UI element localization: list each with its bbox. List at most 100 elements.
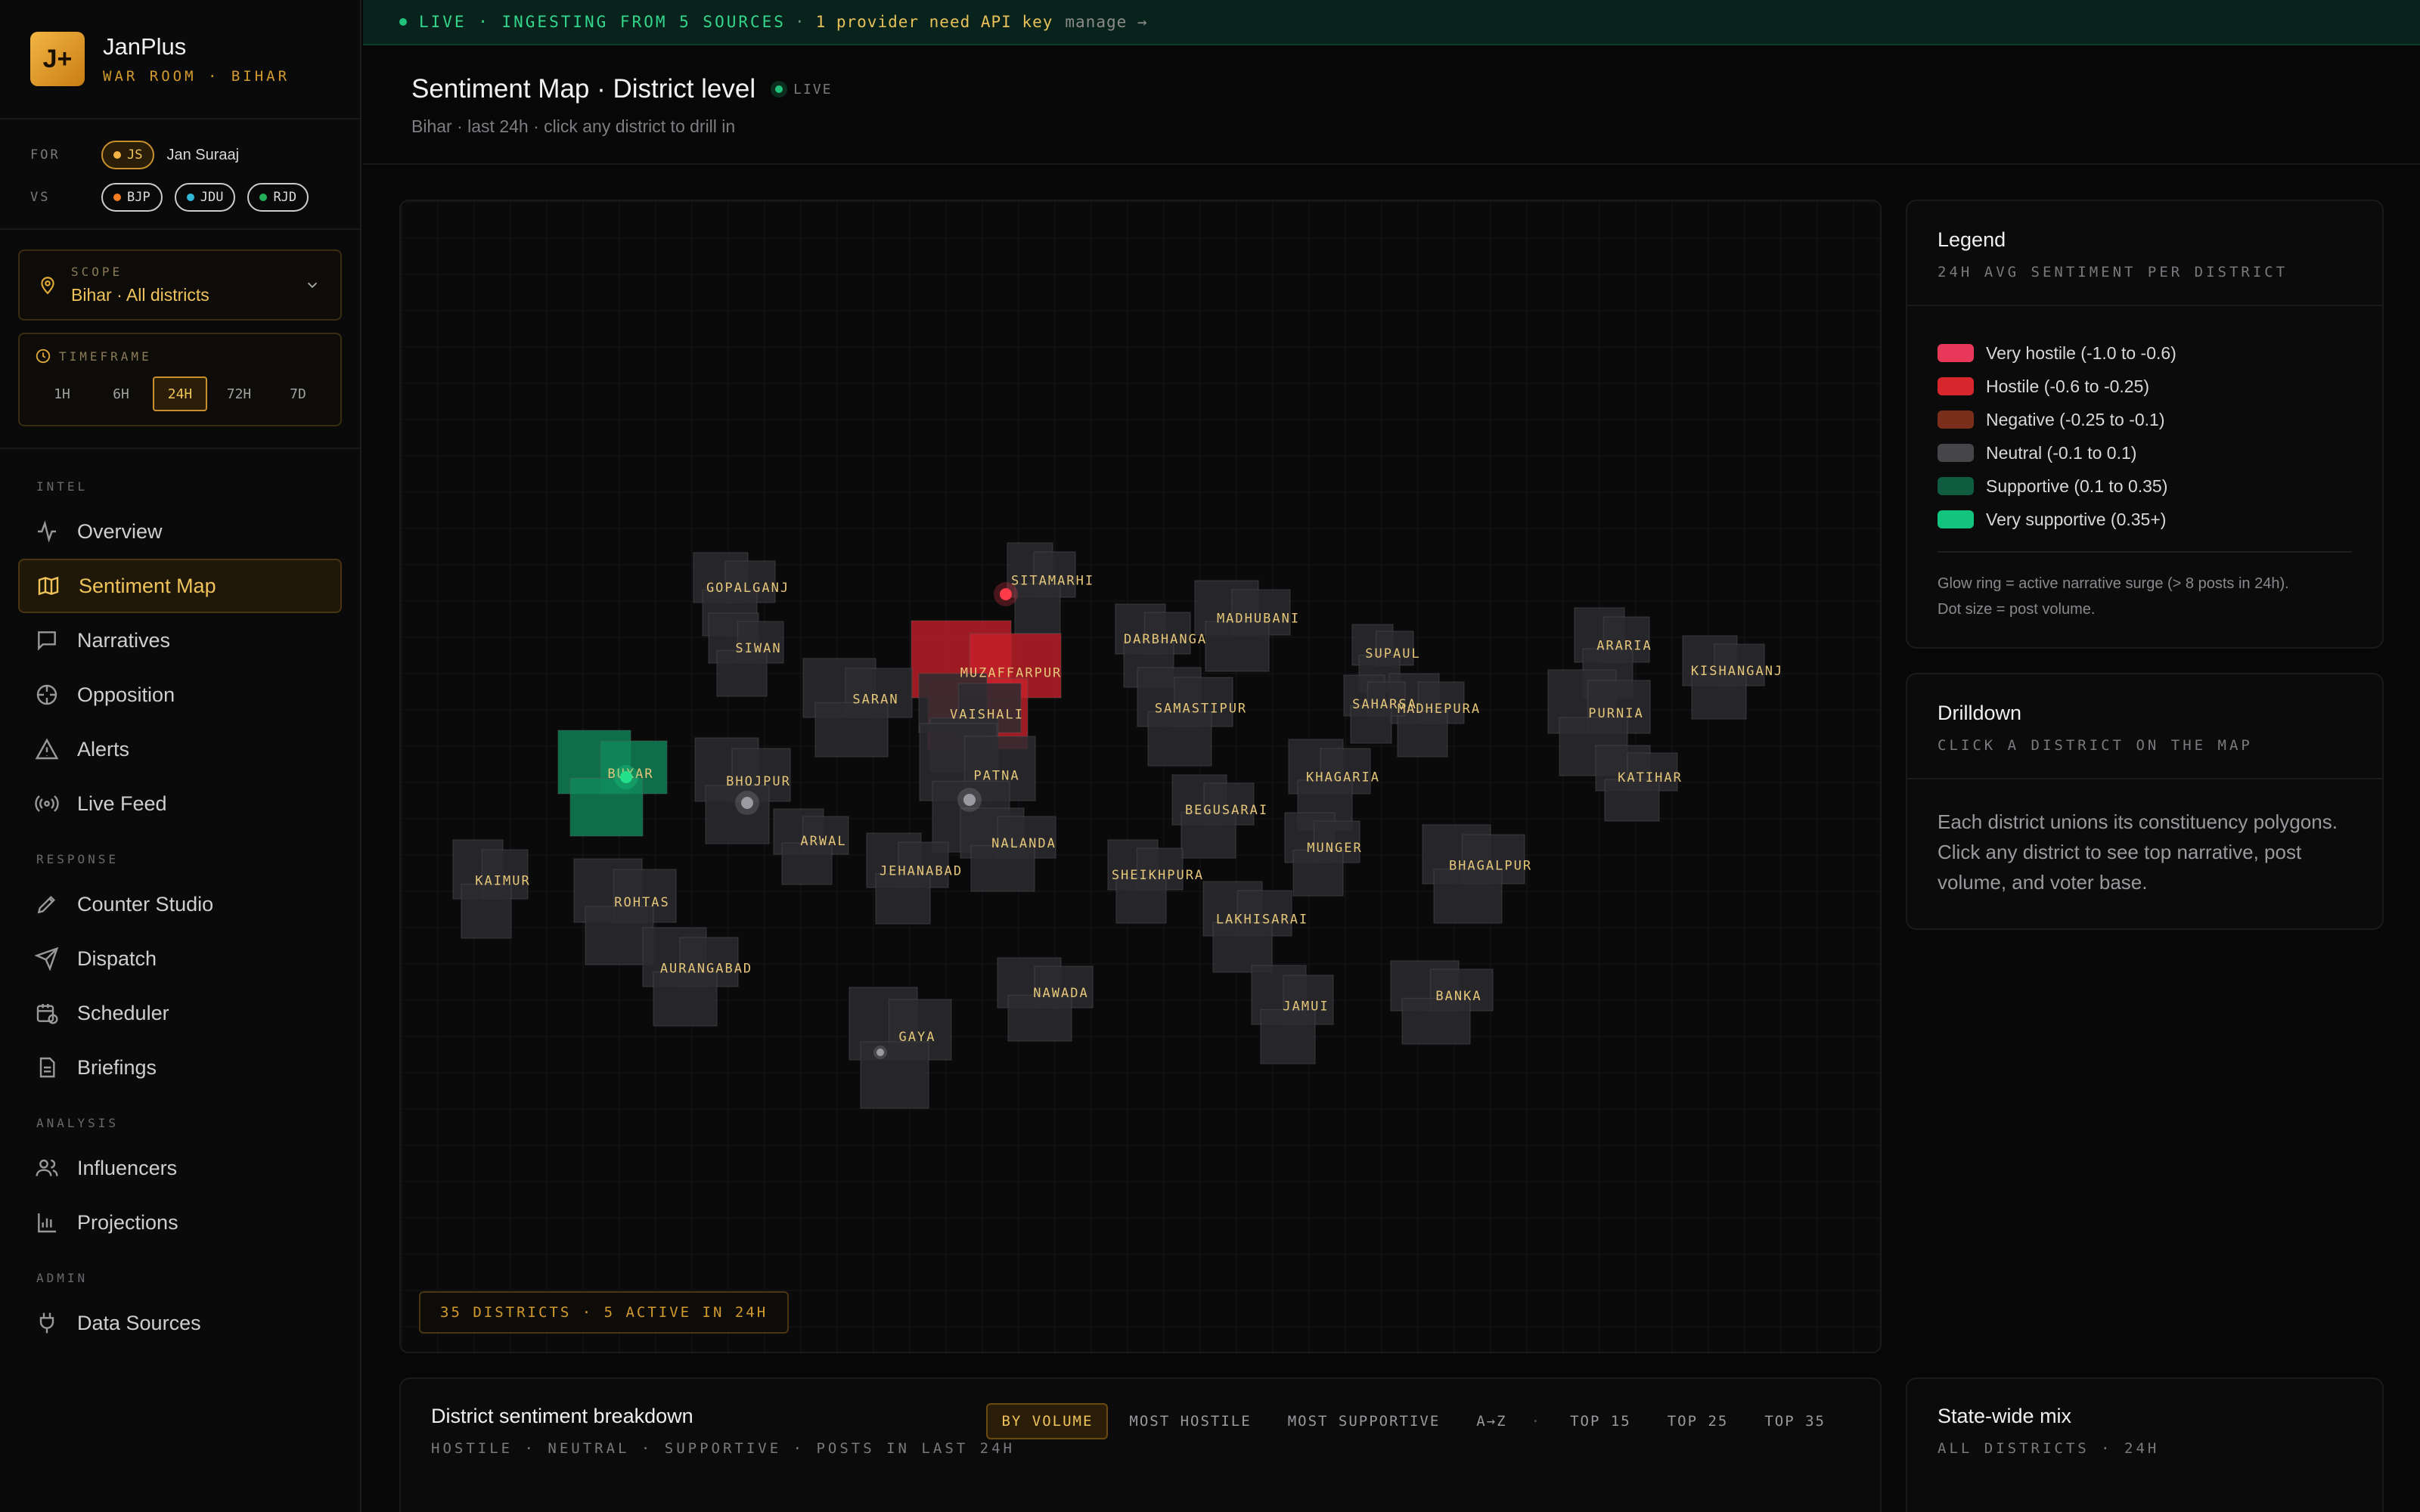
district-kaimur[interactable] [452, 839, 529, 939]
rival-chip-bjp[interactable]: BJP [101, 183, 163, 212]
district-gaya[interactable] [849, 987, 952, 1109]
timeframe-72h[interactable]: 72H [212, 376, 266, 411]
statewide-title: State-wide mix [1938, 1405, 2072, 1427]
district-shape [1205, 621, 1270, 672]
district-shape [461, 883, 512, 939]
legend-swatch [1938, 477, 1974, 495]
nav-item-briefings[interactable]: Briefings [18, 1040, 342, 1095]
own-party-chip[interactable]: JS [101, 141, 155, 169]
crosshair-icon [36, 684, 57, 705]
activity-dot[interactable] [963, 794, 976, 806]
nav-item-narratives[interactable]: Narratives [18, 613, 342, 668]
ingest-banner: LIVE · INGESTING FROM 5 SOURCES · 1 prov… [363, 0, 2420, 45]
nav-item-sentiment-map[interactable]: Sentiment Map [18, 559, 342, 613]
district-label: KAIMUR [475, 873, 530, 888]
main-nav: INTEL Overview Sentiment Map Narratives … [0, 448, 360, 1350]
legend-item: Very hostile (-1.0 to -0.6) [1938, 336, 2352, 370]
nav-item-influencers[interactable]: Influencers [18, 1141, 342, 1195]
nav-item-projections[interactable]: Projections [18, 1195, 342, 1250]
timeframe-label: TIMEFRAME [59, 349, 152, 364]
district-label: SAMASTIPUR [1155, 701, 1247, 716]
nav-section-intel: INTEL [36, 479, 88, 494]
sort-a-z[interactable]: A→Z [1461, 1403, 1522, 1439]
party-dot [113, 194, 121, 201]
district-label: SITAMARHI [1011, 574, 1094, 589]
legend-note-glow: Glow ring = active narrative surge (> 8 … [1938, 575, 2289, 592]
district-jamui[interactable] [1251, 965, 1334, 1064]
for-label: FOR [30, 147, 60, 163]
district-shape [1014, 583, 1061, 634]
district-buxar[interactable] [557, 730, 668, 837]
nav-label: Dispatch [77, 947, 157, 970]
district-label: SUPAUL [1365, 646, 1420, 662]
district-count-badge: 35 DISTRICTS · 5 ACTIVE IN 24H [419, 1291, 790, 1334]
statewide-card: State-wide mix ALL DISTRICTS · 24H [1906, 1377, 2384, 1512]
district-bhagalpur[interactable] [1422, 824, 1525, 924]
nav-item-dispatch[interactable]: Dispatch [18, 931, 342, 986]
district-shape [1292, 849, 1344, 897]
party-selector: FOR JS Jan Suraaj VS BJP JDU RJD [0, 119, 360, 230]
district-label: AURANGABAD [660, 961, 752, 976]
nav-item-data-sources[interactable]: Data Sources [18, 1296, 342, 1350]
district-label: MUZAFFARPUR [960, 666, 1063, 681]
rival-chip-rjd[interactable]: RJD [247, 183, 309, 212]
district-shape [1007, 994, 1072, 1042]
clock-icon [36, 349, 51, 364]
pen-tool-icon [37, 895, 56, 914]
timeframe-1h[interactable]: 1H [35, 376, 89, 411]
district-label: MUNGER [1307, 841, 1362, 856]
brand-name: JanPlus [103, 33, 187, 60]
rival-chip-jdu[interactable]: JDU [174, 183, 236, 212]
live-indicator: LIVE [771, 81, 832, 98]
broadcast-icon [35, 795, 59, 812]
district-label: BEGUSARAI [1185, 803, 1268, 818]
activity-dot[interactable] [741, 797, 753, 809]
nav-label: Overview [77, 519, 163, 543]
nav-item-overview[interactable]: Overview [18, 504, 342, 559]
activity-dot[interactable] [1000, 588, 1012, 600]
nav-label: Narratives [77, 628, 171, 652]
top-25[interactable]: TOP 25 [1652, 1403, 1744, 1439]
timeframe-6h[interactable]: 6H [94, 376, 148, 411]
district-map-canvas[interactable]: GOPALGANJ SITAMARHI MADHUBANI DARBHANGA MUZA… [401, 201, 1882, 1353]
district-label: NAWADA [1033, 986, 1088, 1001]
manage-link[interactable]: manage → [1065, 13, 1147, 31]
legend-item: Hostile (-0.6 to -0.25) [1938, 370, 2352, 403]
bar-chart-icon [38, 1213, 56, 1233]
rival-code: RJD [273, 190, 297, 205]
page-header: Sentiment Map · District level LIVE Biha… [363, 47, 2420, 165]
scope-selector[interactable]: SCOPE Bihar · All districts [18, 249, 342, 321]
plug-icon [39, 1312, 54, 1334]
drilldown-title: Drilldown [1938, 702, 2022, 724]
district-map[interactable]: GOPALGANJ SITAMARHI MADHUBANI DARBHANGA MUZA… [399, 200, 1882, 1353]
district-samastipur[interactable] [1137, 667, 1233, 767]
district-aurangabad[interactable] [642, 927, 739, 1027]
brand[interactable]: J+ JanPlus WAR ROOM · BIHAR [0, 0, 360, 119]
district-saran[interactable] [802, 658, 913, 758]
breakdown-card: District sentiment breakdown HOSTILE · N… [399, 1377, 1882, 1512]
nav-label: Influencers [77, 1156, 178, 1179]
legend-title: Legend [1938, 228, 2006, 251]
timeframe-7d[interactable]: 7D [271, 376, 325, 411]
nav-item-scheduler[interactable]: Scheduler [18, 986, 342, 1040]
top-35[interactable]: TOP 35 [1749, 1403, 1841, 1439]
sort-most-hostile[interactable]: MOST HOSTILE [1114, 1403, 1266, 1439]
alert-triangle-icon [35, 738, 59, 760]
district-label: SHEIKHPURA [1112, 868, 1204, 883]
top-15[interactable]: TOP 15 [1555, 1403, 1646, 1439]
nav-item-counter-studio[interactable]: Counter Studio [18, 877, 342, 931]
district-shape [1260, 1009, 1316, 1064]
nav-item-live-feed[interactable]: Live Feed [18, 776, 342, 831]
scope-value: Bihar · All districts [71, 285, 209, 305]
sort-most-supportive[interactable]: MOST SUPPORTIVE [1273, 1403, 1456, 1439]
activity-dot[interactable] [876, 1049, 884, 1056]
timeframe-24h[interactable]: 24H [153, 376, 207, 411]
nav-item-alerts[interactable]: Alerts [18, 722, 342, 776]
message-icon [38, 631, 56, 651]
page-subtitle: Bihar · last 24h · click any district to… [411, 116, 736, 136]
legend-note-dot: Dot size = post volume. [1938, 601, 2096, 618]
nav-item-opposition[interactable]: Opposition [18, 668, 342, 722]
activity-dot[interactable] [620, 771, 632, 783]
nav-section-response: RESPONSE [36, 852, 119, 866]
sort-by-volume[interactable]: BY VOLUME [986, 1403, 1109, 1439]
